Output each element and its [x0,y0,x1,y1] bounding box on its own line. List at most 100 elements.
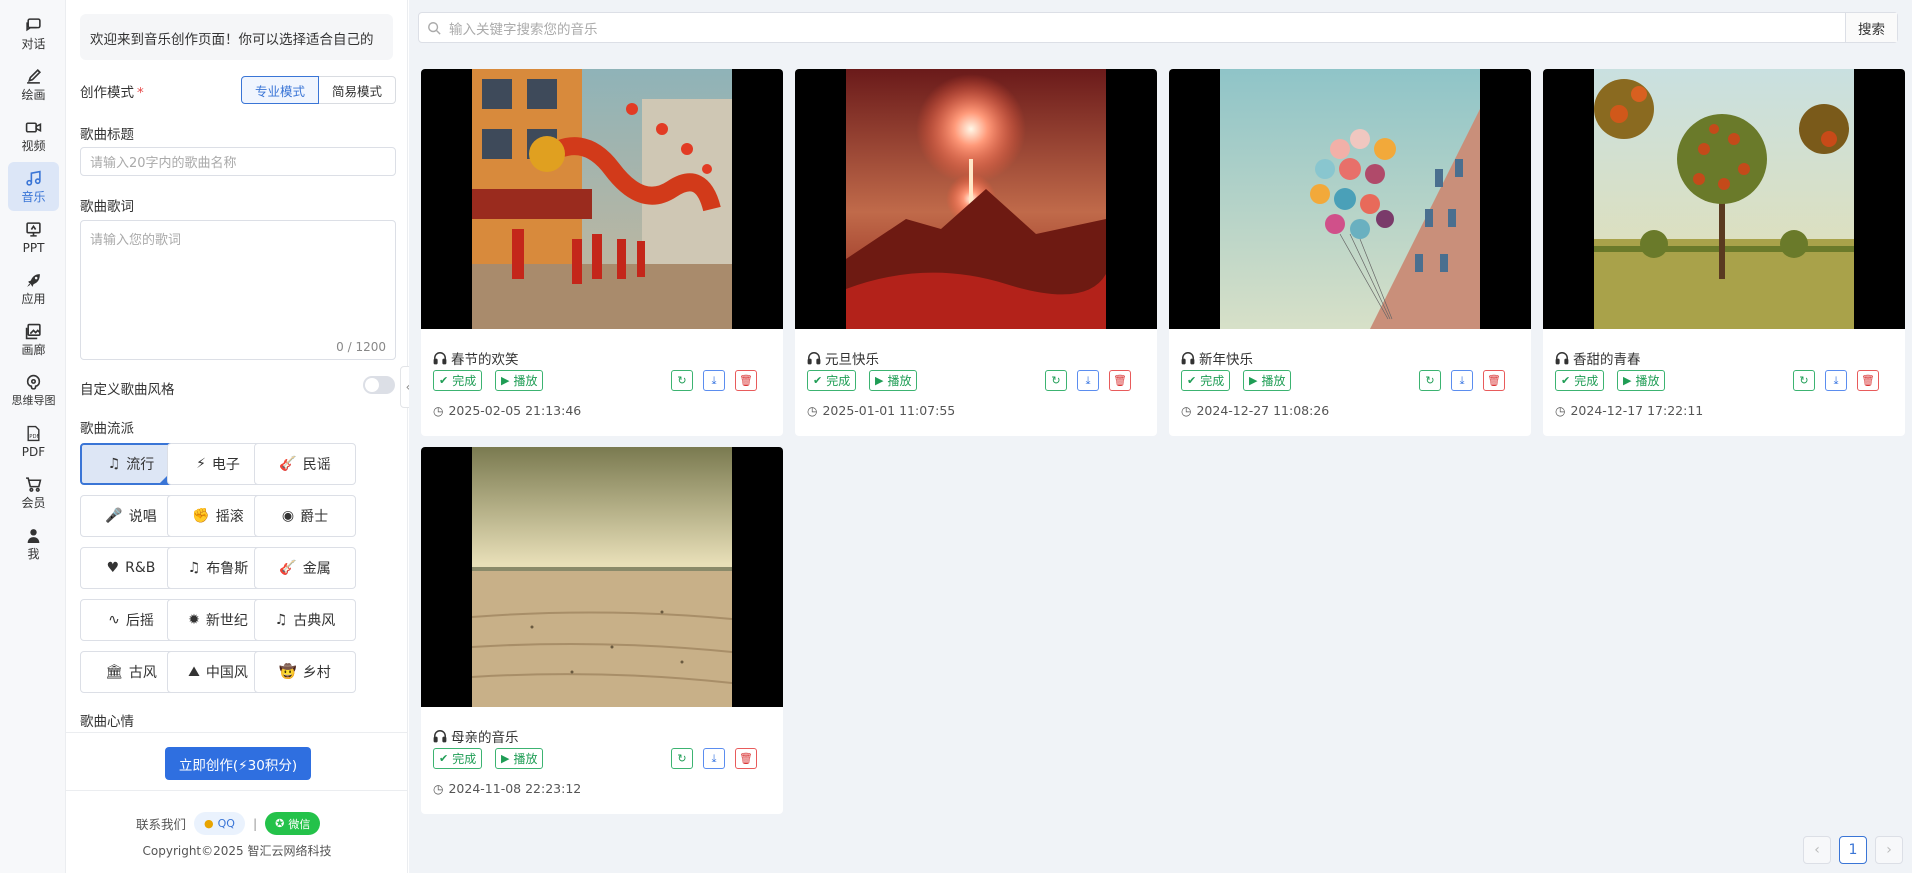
nav-label: 音乐 [21,189,46,204]
trash-icon: 🗑 [1113,374,1127,387]
created-time: ◷ 2024-12-17 17:22:11 [1555,403,1703,418]
genre-label: 古风 [128,665,157,681]
music-card[interactable]: 春节的欢笑 ✔ 完成 ▶ 播放 ↻ ⤓ 🗑 ◷ 2025-02-05 21:13:46 [421,69,783,436]
search-input[interactable]: 输入关键字搜索您的音乐 [449,18,1845,38]
lyrics-label: 歌曲歌词 [80,199,134,215]
genre-option[interactable]: 🎸 民谣 [254,443,356,485]
pro-mode-button[interactable]: 专业模式 [241,76,320,104]
music-card[interactable]: 香甜的青春 ✔ 完成 ▶ 播放 ↻ ⤓ 🗑 ◷ 2024-12-17 17:22:11 [1543,69,1905,436]
music-card[interactable]: 母亲的音乐 ✔ 完成 ▶ 播放 ↻ ⤓ 🗑 ◷ 2024-11-08 22:23:12 [421,447,783,814]
pagination-next[interactable]: › [1875,836,1903,864]
nav-item-gallery[interactable]: 画廊 [8,315,59,364]
genre-option[interactable]: ◉ 爵士 [254,495,356,537]
nav-label: 我 [27,546,40,561]
presentation-icon [26,221,41,237]
custom-style-toggle[interactable] [363,376,395,394]
play-button[interactable]: ▶ 播放 [1243,370,1292,391]
card-title-row: 春节的欢笑 [433,348,519,368]
nav-item-music[interactable]: 音乐 [8,162,59,211]
song-title-input[interactable]: 请输入20字内的歌曲名称 [80,147,396,176]
regenerate-button[interactable]: ↻ [671,370,693,391]
pagination-page[interactable]: 1 [1839,836,1867,864]
trash-icon: 🗑 [739,374,753,387]
gallery-icon [25,323,41,339]
genre-label: R&B [125,560,156,576]
wechat-label: 微信 [288,817,311,831]
created-time: ◷ 2024-11-08 22:23:12 [433,781,581,796]
genre-option[interactable]: 🎸 金属 [254,547,356,589]
created-time: ◷ 2025-02-05 21:13:46 [433,403,581,418]
cover-image[interactable] [1543,69,1905,329]
check-circle-icon: ✔ [439,374,449,387]
play-label: 播放 [1635,374,1660,388]
delete-button[interactable]: 🗑 [735,748,757,769]
genre-option[interactable]: ♫ 古典风 [254,599,356,641]
delete-button[interactable]: 🗑 [1109,370,1131,391]
headphones-icon [433,352,447,365]
delete-button[interactable]: 🗑 [1483,370,1505,391]
wechat-icon: ✪ [275,817,285,830]
refresh-icon: ↻ [1425,374,1435,387]
lyrics-placeholder: 请输入您的歌词 [90,233,182,248]
cover-image[interactable] [1169,69,1531,329]
mountain-icon: ⛰ [188,664,200,680]
nav-item-ppt[interactable]: PPT [8,213,59,262]
nav-label: PDF [21,444,46,459]
temple-icon: 🏛 [105,664,123,680]
nav-item-me[interactable]: 我 [8,519,59,568]
record-icon: ◉ [281,508,295,524]
download-button[interactable]: ⤓ [1451,370,1473,391]
nav-item-mindmap[interactable]: 思维导图 [8,366,59,415]
custom-style-label: 自定义歌曲风格 [80,382,175,398]
mode-switch: 专业模式 简易模式 [241,76,397,104]
nav-item-apps[interactable]: 应用 [8,264,59,313]
search-button[interactable]: 搜索 [1845,13,1897,42]
regenerate-button[interactable]: ↻ [1419,370,1441,391]
download-button[interactable]: ⤓ [1077,370,1099,391]
qq-button[interactable]: ● QQ [194,812,245,835]
nav-item-member[interactable]: 会员 [8,468,59,517]
music-card[interactable]: 新年快乐 ✔ 完成 ▶ 播放 ↻ ⤓ 🗑 ◷ 2024-12-27 11:08:26 [1169,69,1531,436]
nav-item-chat[interactable]: 对话 [8,9,59,58]
play-button[interactable]: ▶ 播放 [1617,370,1666,391]
mindmap-icon [26,374,41,390]
bolt-icon: ⚡ [196,456,206,472]
download-button[interactable]: ⤓ [1825,370,1847,391]
status-label: 完成 [452,374,477,388]
mode-label-row: 创作模式 * [80,81,144,101]
create-now-button[interactable]: 立即创作(⚡30积分) [165,747,311,780]
download-button[interactable]: ⤓ [703,370,725,391]
play-button[interactable]: ▶ 播放 [495,370,544,391]
regenerate-button[interactable]: ↻ [1045,370,1067,391]
regenerate-button[interactable]: ↻ [671,748,693,769]
refresh-icon: ↻ [1051,374,1061,387]
pagination-prev[interactable]: ‹ [1803,836,1831,864]
cover-art [1594,69,1854,329]
nav-item-pdf[interactable]: PDF PDF [8,417,59,466]
delete-button[interactable]: 🗑 [1857,370,1879,391]
pdf-icon: PDF [27,425,40,441]
cover-image[interactable] [421,69,783,329]
lyrics-textarea[interactable]: 请输入您的歌词 0 / 1200 [80,220,396,360]
music-card[interactable]: 元旦快乐 ✔ 完成 ▶ 播放 ↻ ⤓ 🗑 ◷ 2025-01-01 11:07:55 [795,69,1157,436]
cover-image[interactable] [795,69,1157,329]
mood-label: 歌曲心情 [80,714,134,730]
genre-label: 新世纪 [205,613,248,629]
download-button[interactable]: ⤓ [703,748,725,769]
wechat-button[interactable]: ✪ 微信 [265,812,321,835]
play-icon: ▶ [501,374,510,387]
nav-item-video[interactable]: 视频 [8,111,59,160]
status-badge: ✔ 完成 [1555,370,1605,391]
genre-option[interactable]: 🤠 乡村 [254,651,356,693]
regenerate-button[interactable]: ↻ [1793,370,1815,391]
play-icon: ▶ [1249,374,1258,387]
cover-art [1220,69,1480,329]
nav-item-paint[interactable]: 绘画 [8,60,59,109]
cover-image[interactable] [421,447,783,707]
delete-button[interactable]: 🗑 [735,370,757,391]
status-badge: ✔ 完成 [433,748,483,769]
clock-icon: ◷ [1555,403,1566,418]
simple-mode-button[interactable]: 简易模式 [319,76,397,104]
play-button[interactable]: ▶ 播放 [495,748,544,769]
play-button[interactable]: ▶ 播放 [869,370,918,391]
